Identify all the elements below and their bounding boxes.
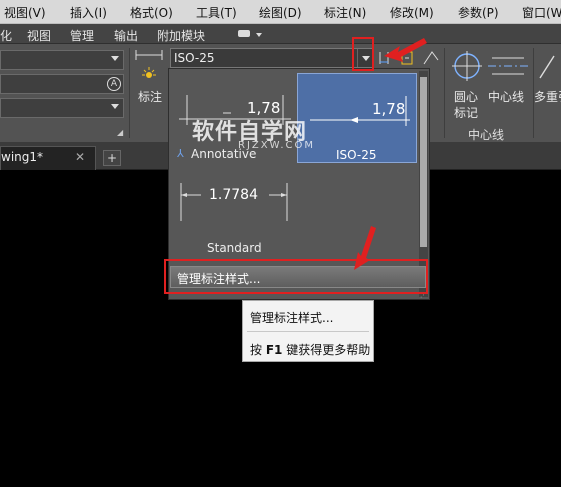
style-item-standard[interactable]: 1.7784 Standard [173, 173, 295, 259]
multileader-label: 多重引 [534, 90, 561, 104]
arrow-down-icon [354, 226, 376, 270]
tooltip-help-key: F1 [265, 343, 283, 357]
tab-manage[interactable]: 管理 [70, 27, 94, 44]
ribbon-tab-bar: 化 视图 管理 输出 附加模块 [0, 24, 561, 44]
dim-style-value: ISO-25 [174, 51, 215, 65]
manage-styles-tooltip: 管理标注样式... 按 F1 键获得更多帮助 [242, 300, 374, 362]
menu-parametric[interactable]: 参数(P) [458, 4, 499, 21]
plus-icon: + [106, 151, 118, 165]
menu-insert[interactable]: 插入(I) [70, 4, 107, 21]
tooltip-help-prefix: 按 [250, 343, 266, 357]
menu-dimension[interactable]: 标注(N) [324, 4, 366, 21]
centerline-panel-title: 中心线 [468, 128, 505, 142]
center-mark-icon [452, 51, 482, 81]
centerline-button[interactable]: 中心线 [486, 50, 530, 110]
centerline-icon [488, 57, 528, 75]
tooltip-help-suffix: 键获得更多帮助 [282, 343, 371, 357]
search-icon: A [107, 77, 121, 91]
menu-modify[interactable]: 修改(M) [390, 4, 434, 21]
centerline-label: 中心线 [488, 90, 525, 104]
chevron-down-icon [111, 104, 119, 109]
menu-format[interactable]: 格式(O) [130, 4, 173, 21]
center-mark-button[interactable]: 圆心 标记 [450, 50, 484, 120]
dimension-label: 标注 [138, 90, 163, 104]
panel-expand-icon[interactable]: ◢ [117, 128, 123, 137]
annotative-icon: ⅄ [177, 147, 184, 160]
standard-sample: 1.7784 [209, 187, 258, 203]
multileader-button[interactable]: 多重引 [534, 50, 561, 110]
tooltip-help-text: 按 F1 键获得更多帮助 [250, 341, 370, 358]
standard-preview [180, 183, 288, 221]
ribbon-separator [129, 48, 130, 138]
arrow-right-icon [384, 38, 427, 62]
center-mark-label-2: 标记 [454, 106, 479, 120]
center-mark-label-1: 圆心 [454, 90, 479, 104]
property-combo[interactable] [0, 98, 124, 118]
watermark-url: RJZXW.COM [238, 140, 315, 151]
new-tab-button[interactable]: + [103, 150, 121, 166]
dimension-tool-button[interactable]: 标注 [132, 48, 166, 104]
chevron-down-icon[interactable] [256, 33, 262, 37]
file-tab-drawing1[interactable]: wing1* ✕ [0, 146, 96, 170]
standard-label: Standard [207, 241, 262, 255]
tab-addins[interactable]: 附加模块 [157, 27, 205, 44]
tooltip-title: 管理标注样式... [250, 311, 334, 325]
menu-window[interactable]: 窗口(W [522, 4, 561, 21]
multileader-icon [539, 55, 555, 79]
menu-draw[interactable]: 绘图(D) [259, 4, 302, 21]
dimension-icon [135, 50, 163, 78]
chevron-down-icon [111, 56, 119, 61]
tab-parametric[interactable]: 化 [0, 27, 12, 44]
annotation-arrows [354, 38, 427, 270]
tab-output[interactable]: 输出 [114, 27, 138, 44]
menu-bar: 视图(V) 插入(I) 格式(O) 工具(T) 绘图(D) 标注(N) 修改(M… [0, 0, 561, 24]
tab-overflow-icon[interactable] [238, 30, 250, 37]
file-tab-name: wing1* [1, 150, 44, 164]
text-style-combo[interactable]: A [0, 74, 124, 94]
menu-tools[interactable]: 工具(T) [196, 4, 237, 21]
menu-view[interactable]: 视图(V) [4, 4, 46, 21]
ribbon-separator [444, 48, 445, 138]
tab-view[interactable]: 视图 [27, 27, 51, 44]
close-icon[interactable]: ✕ [75, 150, 85, 164]
layer-combo[interactable] [0, 50, 124, 70]
tooltip-divider [247, 331, 369, 332]
